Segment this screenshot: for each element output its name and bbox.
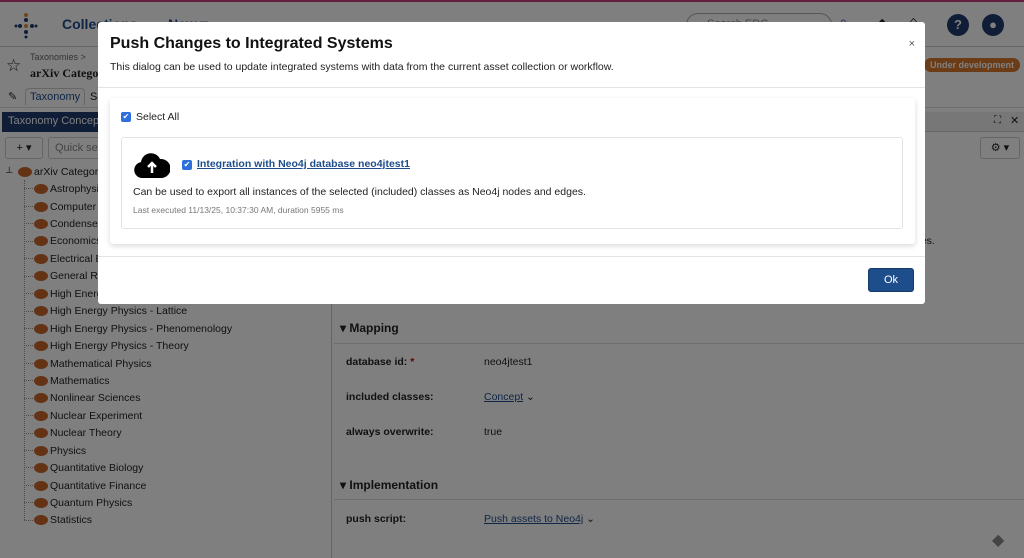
last-executed-text: Last executed 11/13/25, 10:37:30 AM, dur…: [133, 205, 344, 215]
dialog-body: ✔ Select All ✔ Integration with Neo4j da…: [110, 98, 915, 244]
integration-checkbox[interactable]: ✔: [182, 160, 192, 170]
integration-card: ✔ Integration with Neo4j database neo4jt…: [121, 137, 903, 229]
dialog-subtitle: This dialog can be used to update integr…: [110, 61, 614, 73]
select-all-label[interactable]: Select All: [136, 111, 179, 123]
dialog-title: Push Changes to Integrated Systems: [110, 35, 393, 52]
divider: [98, 256, 925, 257]
cloud-upload-icon: [134, 153, 170, 178]
divider: [98, 87, 925, 88]
push-changes-dialog: Push Changes to Integrated Systems This …: [98, 22, 925, 304]
ok-button[interactable]: Ok: [868, 268, 914, 292]
select-all-checkbox[interactable]: ✔: [121, 112, 131, 122]
integration-description: Can be used to export all instances of t…: [133, 186, 586, 198]
integration-link[interactable]: Integration with Neo4j database neo4jtes…: [197, 158, 410, 170]
close-icon[interactable]: ×: [909, 38, 915, 50]
